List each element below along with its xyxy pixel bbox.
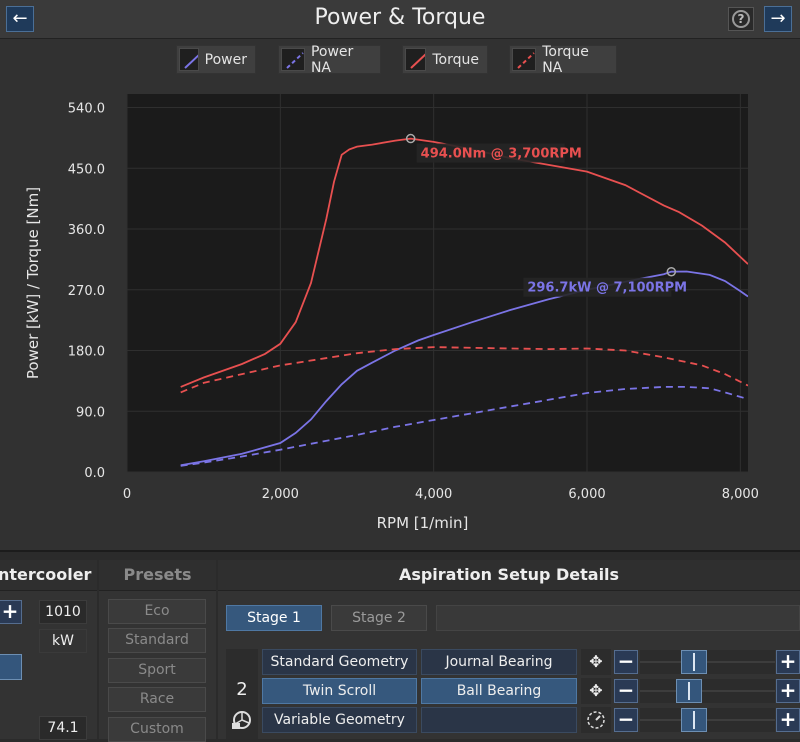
y-tick-label: 540.0 — [68, 102, 105, 117]
geometry-standard-option[interactable]: Standard Geometry — [262, 649, 417, 675]
row2-slider[interactable] — [640, 679, 775, 703]
intercooler-panel: Intercooler + 1010 kW 74.1 — [0, 560, 97, 740]
row2-slider-thumb[interactable] — [676, 679, 702, 703]
peak-annotation-label: 296.7kW @ 7,100RPM — [527, 281, 687, 296]
row1-minus-button[interactable]: − — [614, 650, 638, 674]
legend-label: Power NA — [310, 43, 354, 76]
help-button[interactable]: ? — [728, 7, 754, 31]
row1-slider-thumb[interactable] — [681, 650, 707, 674]
row3-minus-button[interactable]: − — [614, 708, 638, 732]
x-tick-label: 8,000 — [722, 487, 759, 502]
bearing-empty-cell — [421, 707, 577, 733]
move-icon[interactable]: ✥ — [581, 649, 611, 675]
legend-swatch-power — [179, 48, 199, 71]
stage-number-cell: 2 — [226, 649, 258, 739]
y-tick-label: 270.0 — [68, 284, 105, 299]
bearing-journal-option[interactable]: Journal Bearing — [421, 649, 577, 675]
legend-label: Power — [204, 51, 247, 68]
y-tick-label: 180.0 — [68, 345, 105, 360]
legend-swatch-torque-na — [512, 48, 537, 71]
aspiration-header: Aspiration Setup Details — [218, 560, 800, 591]
intercooler-unit: kW — [39, 629, 87, 653]
row3-slider-thumb[interactable] — [681, 708, 707, 732]
x-axis-label: RPM [1/min] — [377, 514, 469, 532]
intercooler-value-top: 1010 — [39, 600, 87, 624]
title-bar: ← Power & Torque ? → — [0, 0, 800, 39]
tab-stage-2[interactable]: Stage 2 — [331, 605, 427, 631]
y-tick-label: 0.0 — [84, 466, 105, 481]
stage-number: 2 — [236, 679, 248, 700]
legend-item-torque[interactable]: Torque — [402, 45, 488, 74]
preset-race-button[interactable]: Race — [108, 687, 206, 712]
geometry-twin-scroll-option[interactable]: Twin Scroll — [262, 678, 417, 704]
stage-tab-spacer — [436, 605, 800, 631]
window-title: Power & Torque — [314, 5, 486, 30]
presets-panel: Presets Eco Standard Sport Race Custom — [99, 560, 216, 742]
legend-label: Torque NA — [542, 43, 589, 76]
intercooler-header: Intercooler — [0, 560, 97, 591]
y-tick-label: 450.0 — [68, 162, 105, 177]
forward-button[interactable]: → — [764, 6, 792, 32]
bearing-ball-option[interactable]: Ball Bearing — [421, 678, 577, 704]
legend-item-torque-na[interactable]: Torque NA — [509, 43, 617, 76]
geometry-variable-option[interactable]: Variable Geometry — [262, 707, 417, 733]
power-torque-panel: ← Power & Torque ? → Power Power NA Torq… — [0, 0, 800, 552]
x-tick-label: 2,000 — [262, 487, 299, 502]
y-tick-label: 360.0 — [68, 223, 105, 238]
intercooler-plus-button[interactable]: + — [0, 600, 22, 624]
row2-plus-button[interactable]: + — [776, 679, 800, 703]
gauge-icon[interactable] — [581, 707, 611, 733]
peak-annotation-label: 494.0Nm @ 3,700RPM — [421, 147, 582, 162]
peak-annotation: 494.0Nm @ 3,700RPM — [416, 143, 582, 163]
row3-slider[interactable] — [640, 708, 775, 732]
row1-slider[interactable] — [640, 650, 775, 674]
preset-eco-button[interactable]: Eco — [108, 599, 206, 624]
legend-swatch-torque — [405, 48, 427, 71]
y-axis-label: Power [kW] / Torque [Nm] — [24, 187, 42, 379]
intercooler-value-bottom: 74.1 — [39, 716, 87, 740]
legend-swatch-power-na — [281, 48, 305, 71]
help-icon: ? — [732, 10, 750, 28]
preset-custom-button[interactable]: Custom — [108, 717, 206, 742]
row1-plus-button[interactable]: + — [776, 650, 800, 674]
preset-standard-button[interactable]: Standard — [108, 628, 206, 653]
row3-plus-button[interactable]: + — [776, 708, 800, 732]
intercooler-slider-thumb[interactable] — [0, 654, 22, 680]
presets-header: Presets — [99, 560, 216, 591]
move-icon[interactable]: ✥ — [581, 678, 611, 704]
tab-stage-1[interactable]: Stage 1 — [226, 605, 322, 631]
row2-minus-button[interactable]: − — [614, 679, 638, 703]
legend-item-power[interactable]: Power — [176, 45, 256, 74]
x-tick-label: 0 — [123, 487, 131, 502]
x-tick-label: 4,000 — [415, 487, 452, 502]
x-tick-label: 6,000 — [568, 487, 605, 502]
legend-label: Torque — [432, 51, 479, 68]
y-tick-label: 90.0 — [76, 405, 105, 420]
peak-annotation: 296.7kW @ 7,100RPM — [523, 277, 687, 297]
arrow-right-icon: → — [770, 8, 786, 29]
legend-item-power-na[interactable]: Power NA — [278, 43, 381, 76]
power-torque-chart: 0 2,000 4,000 6,000 8,000 0.0 90.0 180.0 270.0 36… — [24, 94, 759, 532]
turbo-icon — [232, 711, 251, 729]
preset-sport-button[interactable]: Sport — [108, 658, 206, 683]
